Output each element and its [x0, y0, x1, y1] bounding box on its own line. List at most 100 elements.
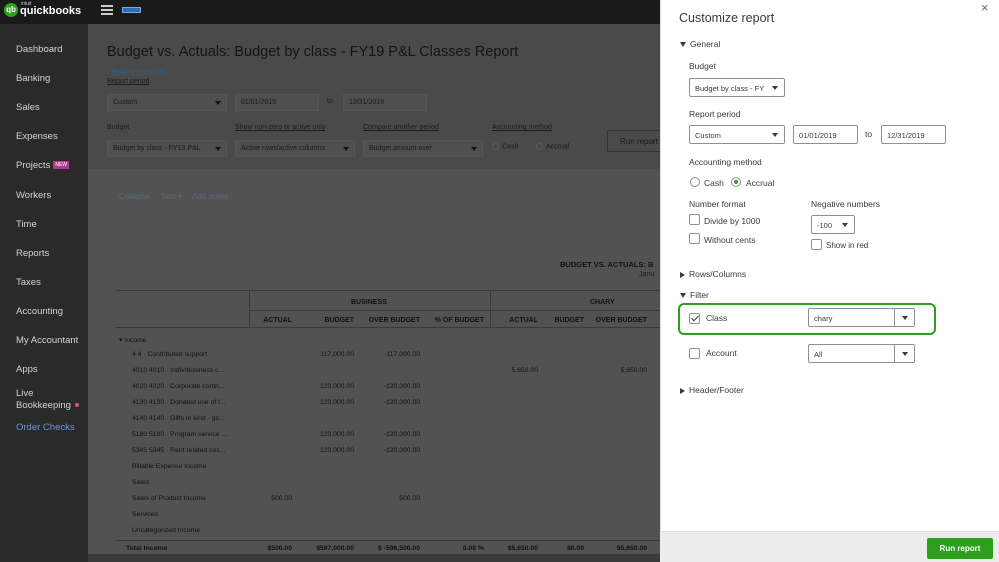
collapse-link[interactable]: Collapse: [119, 192, 150, 201]
total-value-cell[interactable]: $597,000.00: [316, 545, 354, 552]
section-filter[interactable]: Filter: [680, 290, 709, 300]
divide-by-1000-checkbox[interactable]: [689, 214, 700, 225]
row-account-name[interactable]: Services: [132, 511, 158, 518]
budget-label: Budget: [107, 124, 130, 131]
row-value-cell[interactable]: -120,000.00: [384, 399, 420, 406]
row-value-cell[interactable]: 117,000.00: [320, 351, 354, 358]
account-filter-checkbox[interactable]: [689, 348, 700, 359]
section-header-footer[interactable]: Header/Footer: [680, 385, 744, 395]
accrual-label[interactable]: Accrual: [746, 178, 774, 188]
row-value-cell[interactable]: -117,000.00: [384, 351, 420, 358]
sidebar-item-workers[interactable]: Workers: [16, 190, 51, 201]
row-account-name[interactable]: 4020 4020 · Corporate contri...: [132, 383, 225, 390]
row-value-cell[interactable]: -120,000.00: [384, 383, 420, 390]
total-value-cell[interactable]: $500.00: [267, 545, 292, 552]
divider: [249, 310, 660, 311]
total-value-cell[interactable]: $0.00: [567, 545, 584, 552]
account-filter-select[interactable]: All: [808, 344, 915, 363]
budget-select[interactable]: Budget by class - FY19 P&L: [107, 140, 227, 157]
total-value-cell[interactable]: $5,650.00: [617, 545, 647, 552]
total-value-cell[interactable]: $ -596,500.00: [378, 545, 420, 552]
from-date-input[interactable]: 01/01/2019: [793, 125, 858, 144]
row-value-cell[interactable]: 120,000.00: [320, 447, 354, 454]
row-value-cell[interactable]: 5,650.00: [512, 367, 538, 374]
column-header[interactable]: BUDGET: [554, 317, 584, 324]
budget-select[interactable]: Budget by class - FY: [689, 78, 785, 97]
nonzero-select[interactable]: Active rows/active columns: [235, 140, 355, 157]
quickbooks-logo-text[interactable]: quickbooks: [20, 5, 81, 17]
row-account-name[interactable]: 4130 4130 · Donated use of f...: [132, 399, 226, 406]
sidebar-item-dashboard[interactable]: Dashboard: [16, 44, 62, 55]
section-general[interactable]: General: [680, 39, 720, 49]
run-report-button-bg[interactable]: Run report: [607, 130, 660, 152]
row-value-cell[interactable]: -120,000.00: [384, 431, 420, 438]
section-rows-columns[interactable]: Rows/Columns: [680, 269, 746, 279]
column-header[interactable]: % OF BUDGET: [435, 317, 484, 324]
run-report-button[interactable]: Run report: [927, 538, 993, 559]
row-value-cell[interactable]: 5,650.00: [621, 367, 647, 374]
sidebar-item-accounting[interactable]: Accounting: [16, 306, 63, 317]
row-value-cell[interactable]: 500.00: [271, 495, 292, 502]
quickbooks-logo-icon[interactable]: qb: [4, 3, 18, 17]
column-header[interactable]: ACTUAL: [509, 317, 538, 324]
sidebar-item-my-accountant[interactable]: My Accountant: [16, 335, 78, 346]
horizontal-scrollbar[interactable]: [88, 554, 660, 562]
sidebar-item-projects[interactable]: Projects NEW: [16, 160, 69, 171]
row-value-cell[interactable]: 500.00: [399, 495, 420, 502]
hamburger-menu-icon[interactable]: [101, 5, 113, 15]
back-to-report-list-link[interactable]: ‹ Back to report list: [107, 69, 165, 76]
sidebar-item-apps[interactable]: Apps: [16, 364, 38, 375]
report-period-select[interactable]: Custom: [689, 125, 785, 144]
sidebar-item-taxes[interactable]: Taxes: [16, 277, 41, 288]
to-date-input[interactable]: 12/31/2019: [881, 125, 946, 144]
sidebar-item-time[interactable]: Time: [16, 219, 37, 230]
sidebar-item-sales[interactable]: Sales: [16, 102, 40, 113]
from-date-input[interactable]: 01/01/2019: [235, 94, 319, 111]
method-accrual-radio[interactable]: Accrual: [536, 143, 569, 150]
sidebar-item-order-checks[interactable]: Order Checks: [16, 422, 75, 433]
without-cents-label[interactable]: Without cents: [704, 235, 756, 245]
row-account-name[interactable]: 4 4 · Contributed support: [132, 351, 207, 358]
sidebar-item-bookkeeping[interactable]: Bookkeeping: [16, 400, 79, 411]
row-account-name[interactable]: 5345 5345 · Rent related cos...: [132, 447, 225, 454]
cash-radio[interactable]: [690, 177, 700, 187]
column-header[interactable]: BUDGET: [324, 317, 354, 324]
total-value-cell[interactable]: $5,650.00: [508, 545, 538, 552]
show-in-red-label[interactable]: Show in red: [826, 241, 868, 250]
row-account-name[interactable]: Sales: [132, 479, 149, 486]
without-cents-checkbox[interactable]: [689, 233, 700, 244]
compare-select[interactable]: Budget amount over: [363, 140, 483, 157]
account-filter-label[interactable]: Account: [706, 348, 737, 358]
column-header[interactable]: OVER BUDGET: [369, 317, 420, 324]
add-notes-link[interactable]: Add notes: [192, 192, 228, 201]
total-value-cell[interactable]: 0.08 %: [463, 545, 484, 552]
to-date-input[interactable]: 12/31/2019: [343, 94, 427, 111]
sidebar-item-reports[interactable]: Reports: [16, 248, 49, 259]
sidebar-item-expenses[interactable]: Expenses: [16, 131, 58, 142]
row-value-cell[interactable]: 120,000.00: [320, 431, 354, 438]
sidebar-item-live[interactable]: Live: [16, 388, 33, 399]
row-account-name[interactable]: Uncategorized Income: [132, 527, 200, 534]
sidebar-item-banking[interactable]: Banking: [16, 73, 50, 84]
row-value-cell[interactable]: -120,000.00: [384, 447, 420, 454]
close-icon[interactable]: ×: [981, 0, 989, 15]
show-in-red-checkbox[interactable]: [811, 239, 822, 250]
topbar-badge[interactable]: [122, 7, 141, 13]
accrual-radio[interactable]: [731, 177, 741, 187]
column-header[interactable]: ACTUAL: [263, 317, 292, 324]
row-account-name[interactable]: Sales of Product Income: [132, 495, 206, 502]
income-group-row[interactable]: ▾ Income: [119, 336, 147, 344]
row-value-cell[interactable]: 120,000.00: [320, 399, 354, 406]
row-account-name[interactable]: 4140 4140 · Gifts in kind - go...: [132, 415, 225, 422]
column-header[interactable]: OVER BUDGET: [596, 317, 647, 324]
method-cash-radio[interactable]: Cash: [492, 143, 518, 150]
report-period-select[interactable]: Custom: [107, 94, 227, 111]
sort-link[interactable]: Sort ▾: [161, 192, 182, 201]
negative-numbers-select[interactable]: -100: [811, 215, 855, 234]
row-account-name[interactable]: 4010 4010 · Indiv/business c...: [132, 367, 224, 374]
row-account-name[interactable]: Billable Expense Income: [132, 463, 206, 470]
divide-by-1000-label[interactable]: Divide by 1000: [704, 216, 760, 226]
cash-label[interactable]: Cash: [704, 178, 724, 188]
row-account-name[interactable]: 5180 5180 · Program service ...: [132, 431, 227, 438]
row-value-cell[interactable]: 120,000.00: [320, 383, 354, 390]
